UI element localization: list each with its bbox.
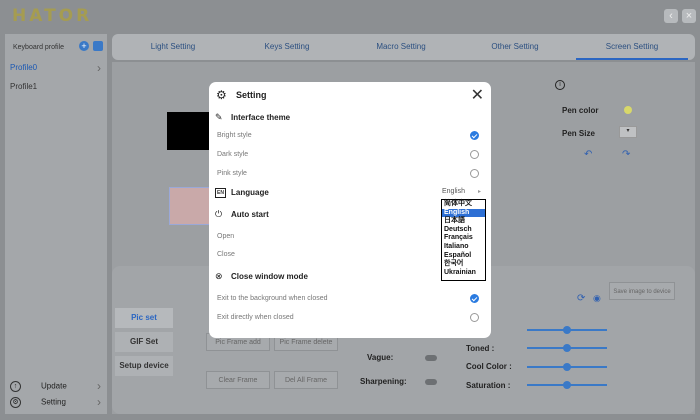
- dialog-title: Setting: [236, 90, 267, 100]
- setting-dialog: ⚙ Setting ✕ ✎ Interface theme Bright sty…: [209, 82, 491, 338]
- language-option-en[interactable]: English: [442, 208, 485, 218]
- folder-icon[interactable]: [93, 41, 103, 51]
- language-heading: Language: [231, 188, 269, 197]
- theme-radio-bright[interactable]: [470, 131, 479, 140]
- slider-top[interactable]: [527, 326, 607, 334]
- tab-macro-setting[interactable]: Macro Setting: [348, 34, 454, 60]
- language-option-es[interactable]: Español: [442, 252, 485, 261]
- chevron-down-icon[interactable]: ▸: [478, 188, 481, 195]
- vague-label: Vague:: [367, 353, 394, 362]
- pen-color-swatch[interactable]: [624, 106, 632, 114]
- sidebar-item-profile0[interactable]: Profile0: [10, 63, 37, 72]
- language-icon: EN: [215, 188, 226, 198]
- language-dropdown: 简体中文 English 日本語 Deutsch Français Italia…: [441, 199, 486, 281]
- refresh-icon[interactable]: ⟳: [577, 293, 585, 304]
- theme-option-dark[interactable]: Dark style: [217, 151, 248, 158]
- pen-color-label: Pen color: [562, 106, 599, 115]
- top-tabs: Light Setting Keys Setting Macro Setting…: [112, 34, 695, 60]
- close-mode-option-background[interactable]: Exit to the background when closed: [217, 295, 328, 302]
- minimize-button[interactable]: ‹: [664, 9, 678, 23]
- close-window-mode-heading: Close window mode: [231, 272, 308, 281]
- language-option-ko[interactable]: 한국어: [442, 260, 485, 269]
- close-mode-radio-direct[interactable]: [470, 313, 479, 322]
- close-window-button[interactable]: ×: [682, 9, 696, 23]
- cool-color-slider[interactable]: [527, 363, 607, 371]
- language-option-zh[interactable]: 简体中文: [442, 200, 485, 209]
- saturation-slider[interactable]: [527, 381, 607, 389]
- sidebar-item-setting[interactable]: ⚙ Setting: [10, 397, 66, 408]
- language-select[interactable]: English: [442, 188, 465, 195]
- tab-gif-set[interactable]: GIF Set: [115, 332, 173, 352]
- redo-icon[interactable]: ↷: [622, 149, 630, 160]
- sidebar-item-profile1[interactable]: Profile1: [10, 82, 37, 91]
- clear-frame-button[interactable]: Clear Frame: [206, 371, 270, 389]
- setting-label: Setting: [41, 397, 66, 407]
- pen-size-label: Pen Size: [562, 129, 595, 138]
- update-label: Update: [41, 381, 67, 391]
- chevron-right-icon: ›: [97, 379, 101, 393]
- sharpening-label: Sharpening:: [360, 377, 407, 386]
- tab-setup-device[interactable]: Setup device: [115, 356, 173, 376]
- language-option-ja[interactable]: 日本語: [442, 217, 485, 226]
- slider-knob[interactable]: [563, 344, 571, 352]
- language-option-it[interactable]: Italiano: [442, 243, 485, 252]
- slider-knob[interactable]: [563, 363, 571, 371]
- sharpening-toggle[interactable]: [425, 379, 437, 385]
- theme-brush-icon: ✎: [215, 112, 223, 122]
- sidebar-header: Keyboard profile: [13, 44, 64, 51]
- saturation-label: Saturation :: [466, 381, 511, 390]
- gear-icon: ⚙: [216, 88, 227, 102]
- save-image-to-device-button[interactable]: Save image to device: [609, 282, 675, 300]
- undo-icon[interactable]: ↶: [584, 149, 592, 160]
- tab-pic-set[interactable]: Pic set: [115, 308, 173, 328]
- tab-screen-setting[interactable]: Screen Setting: [576, 34, 688, 60]
- theme-radio-dark[interactable]: [470, 150, 479, 159]
- theme-option-bright[interactable]: Bright style: [217, 132, 252, 139]
- chevron-right-icon: ›: [97, 395, 101, 409]
- auto-start-option-close[interactable]: Close: [217, 251, 235, 258]
- pen-size-select[interactable]: ▾: [619, 126, 637, 138]
- slider-knob[interactable]: [563, 326, 571, 334]
- close-dialog-button[interactable]: ✕: [471, 85, 484, 105]
- sidebar: Keyboard profile + Profile0 › Profile1 ↑…: [5, 34, 107, 414]
- theme-option-pink[interactable]: Pink style: [217, 170, 247, 177]
- theme-radio-pink[interactable]: [470, 169, 479, 178]
- language-option-uk[interactable]: Ukrainian: [442, 269, 485, 278]
- language-option-fr[interactable]: Français: [442, 234, 485, 243]
- del-all-frame-button[interactable]: Del All Frame: [274, 371, 338, 389]
- screen-canvas[interactable]: [167, 112, 212, 150]
- vague-toggle[interactable]: [425, 355, 437, 361]
- toned-slider[interactable]: [527, 344, 607, 352]
- language-option-de[interactable]: Deutsch: [442, 226, 485, 235]
- close-mode-option-direct[interactable]: Exit directly when closed: [217, 314, 294, 321]
- tab-other-setting[interactable]: Other Setting: [462, 34, 568, 60]
- tab-keys-setting[interactable]: Keys Setting: [234, 34, 340, 60]
- slider-knob[interactable]: [563, 381, 571, 389]
- sidebar-item-update[interactable]: ↑ Update: [10, 381, 67, 392]
- add-profile-button[interactable]: +: [79, 41, 89, 51]
- auto-start-heading: Auto start: [231, 210, 269, 219]
- title-bar: HATOR ‹ ×: [0, 0, 700, 32]
- update-icon: ↑: [10, 381, 21, 392]
- interface-theme-heading: Interface theme: [231, 113, 291, 122]
- cool-color-label: Cool Color :: [466, 362, 512, 371]
- eye-icon[interactable]: ◉: [593, 293, 601, 304]
- power-icon: ⏻: [215, 209, 223, 219]
- chevron-right-icon: ›: [97, 61, 101, 75]
- close-mode-radio-background[interactable]: [470, 294, 479, 303]
- tab-light-setting[interactable]: Light Setting: [120, 34, 226, 60]
- toned-label: Toned :: [466, 344, 495, 353]
- info-icon[interactable]: i: [555, 80, 565, 90]
- close-circle-icon: ⊗: [215, 271, 223, 281]
- app-logo: HATOR: [12, 6, 93, 26]
- auto-start-option-open[interactable]: Open: [217, 233, 234, 240]
- gear-icon: ⚙: [10, 397, 21, 408]
